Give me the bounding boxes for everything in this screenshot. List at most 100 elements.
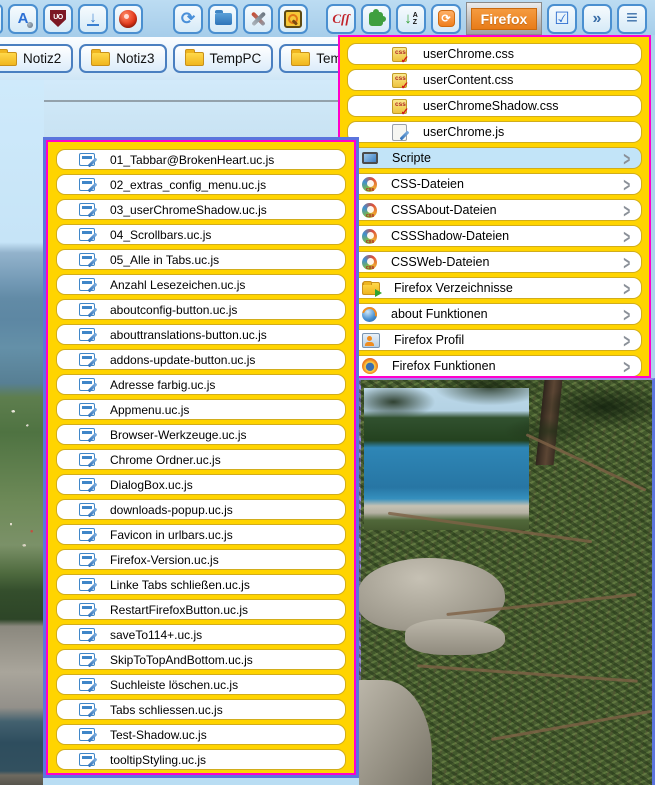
- ucjs-script-icon: [79, 703, 95, 716]
- tasks-button[interactable]: ☑: [547, 4, 577, 34]
- menu-submenu-item[interactable]: Scripte >: [347, 147, 642, 169]
- sync-button[interactable]: ⟳: [173, 4, 203, 34]
- search-button[interactable]: [278, 4, 308, 34]
- script-item[interactable]: Favicon in urlbars.uc.js: [56, 524, 346, 545]
- ucjs-script-icon: [79, 228, 95, 241]
- ublock-origin-button[interactable]: UO: [43, 4, 73, 34]
- download-icon: ↓: [87, 12, 99, 26]
- ucjs-script-icon: [79, 403, 95, 416]
- script-item[interactable]: 01_Tabbar@BrokenHeart.uc.js: [56, 149, 346, 170]
- menu-submenu-item[interactable]: CSSWeb-Dateien >: [347, 251, 642, 273]
- scripts-submenu-panel: 01_Tabbar@BrokenHeart.uc.js 02_extras_co…: [43, 137, 359, 778]
- script-item[interactable]: 05_Alle in Tabs.uc.js: [56, 249, 346, 270]
- ucjs-script-icon: [79, 453, 95, 466]
- ucjs-script-icon: [79, 303, 95, 316]
- ucjs-script-icon: [79, 378, 95, 391]
- firefox-button[interactable]: Firefox: [471, 8, 538, 30]
- script-item[interactable]: Test-Shadow.uc.js: [56, 724, 346, 745]
- script-item[interactable]: Firefox-Version.uc.js: [56, 549, 346, 570]
- submenu-icon: [362, 229, 377, 244]
- app-menu-button[interactable]: ≡: [617, 4, 647, 34]
- script-item[interactable]: SkipToTopAndBottom.uc.js: [56, 649, 346, 670]
- script-item[interactable]: Browser-Werkzeuge.uc.js: [56, 424, 346, 445]
- script-item-label: Anzahl Lesezeichen.uc.js: [110, 278, 245, 292]
- reload-icon: ⟳: [438, 10, 455, 27]
- reload-button[interactable]: ⟳: [431, 4, 461, 34]
- menu-file-item[interactable]: userChrome.css: [347, 43, 642, 65]
- submenu-icon: [362, 358, 378, 374]
- menu-item-label: CSS-Dateien: [391, 177, 464, 191]
- search-icon: [284, 10, 302, 28]
- bookmark-folder-button[interactable]: Notiz3: [79, 44, 166, 73]
- file-type-icon: [392, 73, 407, 88]
- sort-az-button[interactable]: ↓ AZ: [396, 4, 426, 34]
- bookmark-folder-button[interactable]: Notiz2: [0, 44, 73, 73]
- script-item[interactable]: saveTo114+.uc.js: [56, 624, 346, 645]
- chevron-right-icon: >: [624, 225, 631, 248]
- window-edge-strip: [651, 35, 655, 378]
- script-item[interactable]: Linke Tabs schließen.uc.js: [56, 574, 346, 595]
- chevron-right-icon: >: [624, 199, 631, 222]
- bookmark-folder-button[interactable]: TempPC: [173, 44, 274, 73]
- script-item[interactable]: aboutconfig-button.uc.js: [56, 299, 346, 320]
- script-item-label: Test-Shadow.uc.js: [110, 728, 207, 742]
- script-item-label: 04_Scrollbars.uc.js: [110, 228, 211, 242]
- script-item[interactable]: Adresse farbig.uc.js: [56, 374, 346, 395]
- overflow-button[interactable]: »: [582, 4, 612, 34]
- script-item-label: SkipToTopAndBottom.uc.js: [110, 653, 253, 667]
- chevron-right-icon: >: [624, 329, 631, 352]
- script-item-label: saveTo114+.uc.js: [110, 628, 202, 642]
- menu-submenu-item[interactable]: about Funktionen >: [347, 303, 642, 325]
- downloads-button[interactable]: ↓: [78, 4, 108, 34]
- menu-submenu-item[interactable]: Firefox Funktionen >: [347, 355, 642, 377]
- menu-submenu-item[interactable]: Firefox Profil >: [347, 329, 642, 351]
- addons-button[interactable]: [361, 4, 391, 34]
- menu-file-item[interactable]: userChromeShadow.css: [347, 95, 642, 117]
- ucjs-script-icon: [79, 628, 95, 641]
- video-download-button[interactable]: [113, 4, 143, 34]
- menu-item-label: about Funktionen: [391, 307, 488, 321]
- script-item[interactable]: Tabs schliessen.uc.js: [56, 699, 346, 720]
- wallpaper-left-strip: [0, 80, 44, 785]
- script-item-label: downloads-popup.uc.js: [110, 503, 233, 517]
- menu-submenu-item[interactable]: CSS-Dateien >: [347, 173, 642, 195]
- script-item[interactable]: Appmenu.uc.js: [56, 399, 346, 420]
- video-ball-icon: [119, 10, 137, 28]
- script-item[interactable]: RestartFirefoxButton.uc.js: [56, 599, 346, 620]
- menu-submenu-item[interactable]: CSSAbout-Dateien >: [347, 199, 642, 221]
- menu-file-item[interactable]: userContent.css: [347, 69, 642, 91]
- script-item[interactable]: addons-update-button.uc.js: [56, 349, 346, 370]
- script-item-label: DialogBox.uc.js: [110, 478, 193, 492]
- chevron-right-icon: >: [624, 251, 631, 274]
- ucjs-script-icon: [79, 528, 95, 541]
- main-toolbar: A UO ↓ ⟳ Cſſ ↓: [0, 0, 655, 37]
- script-item[interactable]: tooltipStyling.uc.js: [56, 749, 346, 770]
- folder-icon: [0, 52, 17, 66]
- script-item[interactable]: downloads-popup.uc.js: [56, 499, 346, 520]
- menu-submenu-item[interactable]: Firefox Verzeichnisse >: [347, 277, 642, 299]
- menu-submenu-item[interactable]: CSSShadow-Dateien >: [347, 225, 642, 247]
- script-item[interactable]: 04_Scrollbars.uc.js: [56, 224, 346, 245]
- tools-button[interactable]: [243, 4, 273, 34]
- folder-icon: [291, 52, 310, 66]
- ucjs-script-icon: [79, 478, 95, 491]
- folder-icon: [215, 13, 232, 25]
- script-item[interactable]: DialogBox.uc.js: [56, 474, 346, 495]
- menu-file-item[interactable]: userChrome.js: [347, 121, 642, 143]
- script-item-label: Tabs schliessen.uc.js: [110, 703, 223, 717]
- folder-button[interactable]: [208, 4, 238, 34]
- css-scripts-button[interactable]: Cſſ: [326, 4, 356, 34]
- script-item[interactable]: Suchleiste löschen.uc.js: [56, 674, 346, 695]
- clipped-toolbar-button[interactable]: [0, 4, 3, 34]
- script-item-label: abouttranslations-button.uc.js: [110, 328, 267, 342]
- script-item[interactable]: Chrome Ordner.uc.js: [56, 449, 346, 470]
- script-item[interactable]: 03_userChromeShadow.uc.js: [56, 199, 346, 220]
- script-item[interactable]: 02_extras_config_menu.uc.js: [56, 174, 346, 195]
- ucjs-script-icon: [79, 353, 95, 366]
- menu-item-label: CSSShadow-Dateien: [391, 229, 509, 243]
- file-type-icon: [392, 47, 407, 62]
- menu-item-label: userChromeShadow.css: [423, 99, 558, 113]
- script-item[interactable]: Anzahl Lesezeichen.uc.js: [56, 274, 346, 295]
- translate-button[interactable]: A: [8, 4, 38, 34]
- script-item[interactable]: abouttranslations-button.uc.js: [56, 324, 346, 345]
